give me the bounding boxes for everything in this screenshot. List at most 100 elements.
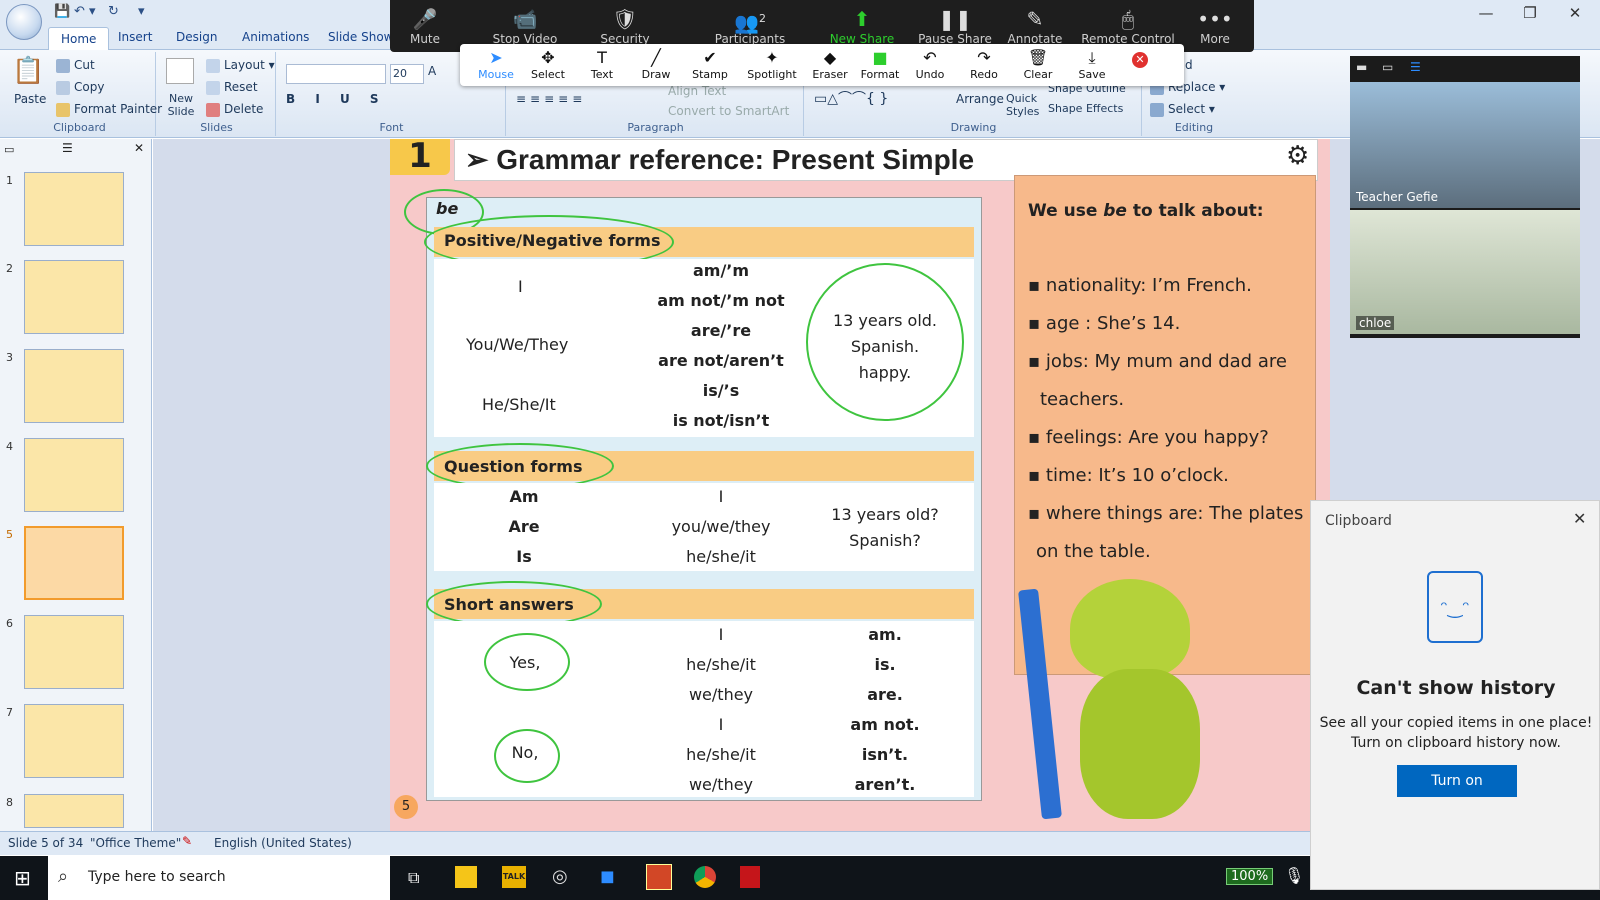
annotate-button[interactable]: ✎ Annotate <box>1000 6 1070 46</box>
redo-tool[interactable]: ↷ Redo <box>956 48 1012 81</box>
delete-button[interactable]: Delete <box>206 102 263 117</box>
slide-thumbnail[interactable] <box>24 615 124 689</box>
slide-thumbnail[interactable] <box>24 172 124 246</box>
slide-thumbnail-selected[interactable] <box>24 526 124 600</box>
tab-insert[interactable]: Insert <box>118 30 152 44</box>
close-icon[interactable]: ✕ <box>1573 509 1586 528</box>
more-icon: ••• <box>1197 7 1233 31</box>
task-view-icon[interactable]: ⧉ <box>408 868 419 888</box>
font-size-select[interactable]: 20 <box>390 64 424 84</box>
spotlight-tool[interactable]: ✦ Spotlight <box>740 48 804 81</box>
grow-font-icon[interactable]: A <box>428 64 436 78</box>
spellcheck-icon[interactable]: ✎ <box>182 834 192 848</box>
check-icon: ✔ <box>703 48 717 67</box>
zoom-app-icon[interactable]: ◼ <box>600 866 615 887</box>
outline-tab-icon[interactable]: ☰ <box>62 141 73 155</box>
reset-button[interactable]: Reset <box>206 80 258 95</box>
gallery-view-icon[interactable]: ☰ <box>1410 60 1421 74</box>
slide-thumbnail[interactable] <box>24 349 124 423</box>
undo-icon[interactable]: ↶ ▾ <box>74 4 96 19</box>
chrome-icon[interactable] <box>694 866 716 888</box>
talk-app-icon[interactable]: TALK <box>502 866 526 888</box>
thumb-number: 5 <box>6 528 13 541</box>
security-button[interactable]: 🛡 Security <box>590 6 660 46</box>
close-panel-icon[interactable]: ✕ <box>134 141 144 155</box>
stop-video-button[interactable]: 📹 Stop Video <box>490 6 560 46</box>
slide-canvas[interactable]: 1 ➢ Grammar reference: Present Simple ⚙ … <box>390 139 1330 831</box>
tab-design[interactable]: Design <box>176 30 217 44</box>
new-slide-button[interactable]: New Slide <box>164 92 198 118</box>
zoom-level[interactable]: 100% <box>1226 868 1274 885</box>
slide-thumbnail[interactable] <box>24 794 124 828</box>
copy-button[interactable]: Copy <box>56 80 104 95</box>
form-cell: is not/isn’t <box>672 411 770 430</box>
copy-icon <box>56 80 70 95</box>
stamp-tool[interactable]: ✔ Stamp <box>682 48 738 81</box>
cut-button[interactable]: Cut <box>56 58 95 73</box>
save-tool[interactable]: ⤓ Save <box>1064 48 1120 81</box>
tab-slide-show[interactable]: Slide Show <box>328 30 393 44</box>
video-tile[interactable]: chloe <box>1350 210 1580 334</box>
paste-button[interactable]: Paste <box>14 92 46 106</box>
sticky-notes-icon[interactable] <box>455 866 477 888</box>
pause-share-button[interactable]: ❚❚ Pause Share <box>915 6 995 46</box>
dinosaur-body <box>1080 669 1200 819</box>
text-tool[interactable]: T Text <box>574 48 630 81</box>
new-slide-icon[interactable] <box>166 58 194 84</box>
align-text-button[interactable]: Align Text <box>668 84 726 98</box>
language-indicator[interactable]: English (United States) <box>214 836 352 850</box>
minimize-button[interactable]: — <box>1466 2 1506 24</box>
redo-icon[interactable]: ↻ <box>108 4 119 19</box>
font-family-select[interactable] <box>286 64 386 84</box>
alignment-buttons[interactable]: ≡≡≡≡≡ <box>516 92 586 106</box>
close-button[interactable]: ✕ <box>1555 2 1595 24</box>
format-tool[interactable]: ■ Format <box>852 48 908 81</box>
mute-button[interactable]: 🎤 Mute <box>390 6 460 46</box>
undo-tool[interactable]: ↶ Undo <box>902 48 958 81</box>
turn-on-button[interactable]: Turn on <box>1397 765 1517 797</box>
customize-qat-icon[interactable]: ▾ <box>138 4 145 19</box>
taskbar-search-box[interactable]: ⌕ Type here to search <box>48 856 390 900</box>
question-verb: Is <box>516 547 532 566</box>
slide-thumbnail[interactable] <box>24 260 124 334</box>
eraser-tool[interactable]: ◆ Eraser <box>802 48 858 81</box>
redo-icon: ↷ <box>977 48 991 67</box>
video-tile[interactable]: Teacher Gefie <box>1350 82 1580 208</box>
participants-button[interactable]: 👥2 Participants <box>710 6 790 46</box>
clear-tool[interactable]: 🗑 Clear <box>1010 48 1066 81</box>
answer-verb: am. <box>868 625 902 644</box>
select-tool[interactable]: ✥ Select <box>520 48 576 81</box>
new-share-button[interactable]: ⬆ New Share <box>820 6 904 46</box>
slides-tab-icon[interactable]: ▭ <box>4 143 14 156</box>
convert-smartart-button[interactable]: Convert to SmartArt <box>668 104 789 118</box>
office-button[interactable] <box>6 4 42 40</box>
acrobat-icon[interactable] <box>740 866 760 888</box>
speaker-view-icon[interactable]: ▭ <box>1382 60 1393 74</box>
slide-counter: Slide 5 of 34 <box>8 836 84 850</box>
arrange-button[interactable]: Arrange <box>956 92 1004 106</box>
save-icon[interactable]: 💾 <box>54 4 70 19</box>
slide-thumbnail[interactable] <box>24 438 124 512</box>
shapes-gallery[interactable]: ▭△⌒⌒{ } <box>814 88 888 108</box>
font-style-buttons[interactable]: B I U S <box>286 92 387 106</box>
remote-control-button[interactable]: 🖱 Remote Control <box>1078 6 1178 46</box>
select-button[interactable]: Select ▾ <box>1150 102 1215 117</box>
minimize-video-icon[interactable]: ▬ <box>1356 60 1367 74</box>
tab-home[interactable]: Home <box>48 27 110 51</box>
mouse-tool[interactable]: ➤ Mouse <box>468 48 524 81</box>
format-painter-button[interactable]: Format Painter <box>56 102 162 117</box>
draw-tool[interactable]: ╱ Draw <box>628 48 684 81</box>
app-icon[interactable]: ◎ <box>552 866 568 887</box>
paste-icon[interactable]: 📋 <box>12 56 44 86</box>
tab-animations[interactable]: Animations <box>242 30 309 44</box>
search-icon: ⌕ <box>58 866 69 887</box>
layout-button[interactable]: Layout ▾ <box>206 58 275 73</box>
restore-button[interactable]: ❐ <box>1510 2 1550 24</box>
powerpoint-app-icon[interactable] <box>646 864 672 890</box>
slide-thumbnail[interactable] <box>24 704 124 778</box>
quick-styles-button[interactable]: Quick Styles <box>1006 92 1046 118</box>
close-annotation-icon[interactable]: ✕ <box>1132 52 1148 68</box>
shape-effects-button[interactable]: Shape Effects <box>1048 102 1123 115</box>
windows-start-icon[interactable]: ⊞ <box>14 866 31 890</box>
more-button[interactable]: ••• More <box>1180 6 1250 46</box>
